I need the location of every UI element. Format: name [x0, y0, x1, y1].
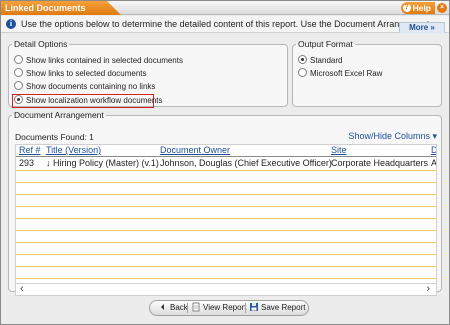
documents-found-count: Documents Found: 1: [15, 132, 94, 142]
row-divider: [16, 254, 436, 255]
radio-label: Microsoft Excel Raw: [310, 69, 383, 78]
radio-button[interactable]: [298, 55, 307, 65]
radio-show-no-links[interactable]: Show documents containing no links: [14, 81, 155, 93]
cell-site: Corporate Headquarters: [331, 158, 429, 168]
radio-label: Show links contained in selected documen…: [26, 56, 183, 65]
separator: [187, 303, 188, 313]
cell-ref: 293: [19, 158, 35, 168]
row-divider: [16, 242, 436, 243]
row-divider: [16, 278, 436, 279]
documents-grid: Ref # Title (Version) Document Owner Sit…: [15, 144, 437, 284]
show-hide-columns-link[interactable]: Show/Hide Columns ▾: [348, 131, 437, 142]
back-button[interactable]: Back: [158, 301, 188, 315]
radio-label: Standard: [310, 56, 343, 65]
more-button[interactable]: More »: [399, 22, 445, 33]
separator: [245, 303, 246, 313]
radio-standard[interactable]: Standard: [298, 55, 342, 67]
linked-documents-window: Linked Documents ? Help × i Use the opti…: [0, 0, 450, 325]
radio-button[interactable]: [14, 81, 23, 91]
radio-show-links-to[interactable]: Show links to selected documents: [14, 68, 147, 80]
info-text: Use the options below to determine the d…: [21, 19, 430, 29]
column-header-ref[interactable]: Ref #: [19, 145, 41, 155]
row-divider: [16, 218, 436, 219]
save-report-button[interactable]: Save Report: [249, 301, 305, 315]
back-icon: [158, 302, 168, 312]
title-bar: Linked Documents ? Help ×: [1, 1, 449, 15]
radio-show-localization[interactable]: Show localization workflow documents: [14, 95, 163, 107]
help-icon: ?: [402, 4, 411, 12]
radio-label: Show links to selected documents: [26, 69, 147, 78]
radio-excel-raw[interactable]: Microsoft Excel Raw: [298, 68, 382, 80]
row-divider: [16, 182, 436, 183]
column-header-title[interactable]: Title (Version): [46, 145, 101, 155]
help-label: Help: [412, 3, 431, 13]
save-icon: [249, 302, 259, 312]
view-report-button[interactable]: View Report: [191, 301, 246, 315]
grid-header: Ref # Title (Version) Document Owner Sit…: [16, 145, 436, 157]
help-button[interactable]: ? Help: [400, 2, 435, 14]
column-header-owner[interactable]: Document Owner: [160, 145, 230, 155]
back-label: Back: [170, 303, 188, 312]
document-arrangement-group: Document Arrangement Documents Found: 1 …: [8, 110, 442, 296]
table-row[interactable]: 293 ↓ Hiring Policy (Master) (v.1) Johns…: [16, 158, 436, 169]
row-divider: [16, 206, 436, 207]
horizontal-scrollbar[interactable]: ‹ ›: [15, 284, 437, 296]
row-divider: [16, 266, 436, 267]
row-divider: [16, 230, 436, 231]
view-report-label: View Report: [203, 303, 247, 312]
column-header-de[interactable]: De: [431, 145, 436, 155]
detail-options-group: Detail Options Show links contained in s…: [8, 39, 288, 108]
row-divider: [16, 194, 436, 195]
radio-button[interactable]: [298, 68, 307, 78]
document-arrangement-legend: Document Arrangement: [14, 110, 104, 120]
save-report-label: Save Report: [261, 303, 306, 312]
radio-label: Show documents containing no links: [26, 82, 156, 91]
radio-button[interactable]: [14, 68, 23, 78]
detail-options-legend: Detail Options: [14, 39, 68, 49]
view-report-icon: [191, 302, 201, 312]
cell-title: ↓ Hiring Policy (Master) (v.1): [46, 158, 159, 168]
radio-label: Show localization workflow documents: [26, 96, 163, 105]
close-icon[interactable]: ×: [437, 3, 447, 13]
row-divider: [16, 170, 436, 171]
window-title: Linked Documents: [1, 1, 121, 15]
radio-show-links-contained[interactable]: Show links contained in selected documen…: [14, 55, 183, 67]
info-bar: i Use the options below to determine the…: [1, 16, 449, 33]
column-header-site[interactable]: Site: [331, 145, 347, 155]
info-icon: i: [6, 19, 16, 29]
cell-owner: Johnson, Douglas (Chief Executive Office…: [160, 158, 332, 168]
radio-button[interactable]: [14, 95, 23, 105]
cell-de: Ac: [431, 158, 437, 168]
action-bar: Back View Report Save Report: [149, 300, 309, 316]
output-format-legend: Output Format: [298, 39, 353, 49]
output-format-group: Output Format Standard Microsoft Excel R…: [292, 39, 442, 107]
radio-button[interactable]: [14, 55, 23, 65]
scroll-right-icon[interactable]: ›: [426, 284, 430, 295]
scroll-left-icon[interactable]: ‹: [20, 284, 24, 295]
